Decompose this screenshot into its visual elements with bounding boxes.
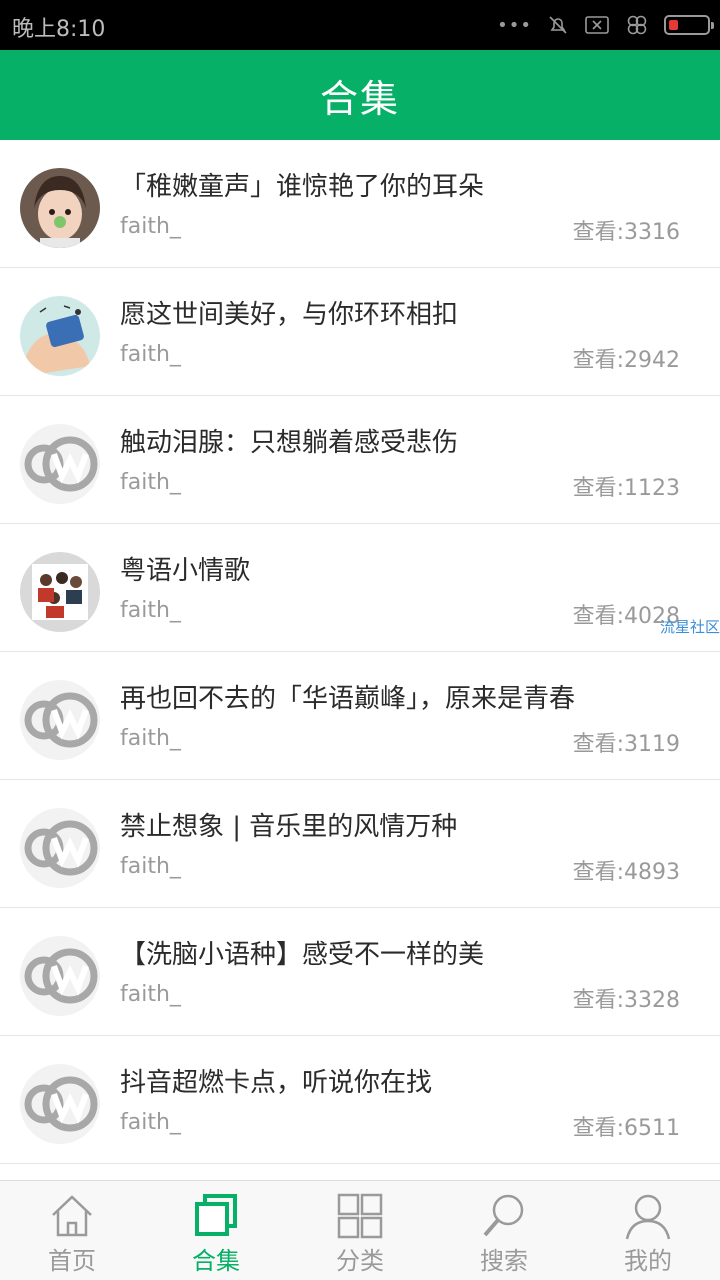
default-logo-icon — [20, 680, 100, 760]
list-item-views: 查看:4893 — [572, 860, 680, 885]
close-box-icon — [585, 16, 609, 34]
tab-collection[interactable]: 合集 — [144, 1181, 288, 1280]
list-item-views: 查看:2942 — [572, 348, 680, 373]
avatar-photo-girl — [20, 168, 100, 248]
collection-icon — [195, 1194, 237, 1236]
default-logo-icon — [20, 808, 100, 888]
status-time: 晚上8:10 — [12, 17, 106, 42]
tab-category[interactable]: 分类 — [288, 1181, 432, 1280]
list-item-author: faith_ — [120, 470, 181, 495]
default-logo-icon — [20, 936, 100, 1016]
list-item[interactable]: 触动泪腺：只想躺着感受悲伤 faith_ 查看:1123 — [0, 396, 720, 524]
list-item[interactable]: 抖音超燃卡点，听说你在找 faith_ 查看:6511 — [0, 1036, 720, 1164]
tab-category-label: 分类 — [336, 1247, 384, 1275]
list-item[interactable]: 再也回不去的「华语巅峰」，原来是青春 faith_ 查看:3119 — [0, 652, 720, 780]
status-icons: ••• — [497, 10, 714, 40]
list-item-title: 「稚嫩童声」谁惊艳了你的耳朵 — [120, 172, 485, 202]
list-item-author: faith_ — [120, 342, 181, 367]
list-item-title: 触动泪腺：只想躺着感受悲伤 — [120, 428, 459, 458]
list-item-author: faith_ — [120, 214, 181, 239]
list-item-title: 粤语小情歌 — [120, 556, 251, 586]
tab-home[interactable]: 首页 — [0, 1181, 144, 1280]
list-item[interactable]: 粤语小情歌 faith_ 查看:4028 — [0, 524, 720, 652]
default-logo-icon — [20, 424, 100, 504]
list-item-title: 再也回不去的「华语巅峰」，原来是青春 — [120, 684, 576, 714]
search-icon — [483, 1194, 524, 1237]
bottom-tab-bar: 首页 合集 分类 搜索 我的 — [0, 1180, 720, 1280]
status-bar: 晚上8:10 ••• — [0, 0, 720, 50]
list-item-title: 【洗脑小语种】感受不一样的美 — [120, 940, 485, 970]
collection-list[interactable]: 「稚嫩童声」谁惊艳了你的耳朵 faith_ 查看:3316 愿这世间美好，与你环… — [0, 140, 720, 1180]
list-item-views: 查看:6511 — [572, 1116, 680, 1141]
home-icon — [52, 1195, 92, 1237]
list-item[interactable]: 【洗脑小语种】感受不一样的美 faith_ 查看:3328 — [0, 908, 720, 1036]
default-logo-icon — [20, 1064, 100, 1144]
person-icon — [625, 1194, 671, 1240]
list-item-views: 查看:3119 — [572, 732, 680, 757]
avatar-illustration — [20, 296, 100, 376]
list-item-author: faith_ — [120, 1110, 181, 1135]
list-item-title: 愿这世间美好，与你环环相扣 — [120, 300, 459, 330]
list-item-author: faith_ — [120, 982, 181, 1007]
grid-icon — [337, 1193, 383, 1239]
tab-search[interactable]: 搜索 — [432, 1181, 576, 1280]
app-header: 合集 — [0, 50, 720, 140]
avatar-photo-group — [20, 552, 100, 632]
list-item-views: 查看:3328 — [572, 988, 680, 1013]
list-item[interactable]: 「稚嫩童声」谁惊艳了你的耳朵 faith_ 查看:3316 — [0, 140, 720, 268]
tab-profile[interactable]: 我的 — [576, 1181, 720, 1280]
page-title: 合集 — [319, 76, 400, 121]
tab-profile-label: 我的 — [624, 1247, 672, 1275]
list-item-views: 查看:3316 — [572, 220, 680, 245]
tab-collection-label: 合集 — [192, 1247, 240, 1275]
mute-bell-icon — [549, 16, 567, 34]
list-item-views: 查看:1123 — [572, 476, 680, 501]
list-item[interactable]: 禁止想象 | 音乐里的风情万种 faith_ 查看:4893 — [0, 780, 720, 908]
list-item-title: 抖音超燃卡点，听说你在找 — [120, 1068, 433, 1098]
watermark-text: 流星社区 — [659, 618, 720, 636]
list-item-author: faith_ — [120, 726, 181, 751]
more-dots-icon: ••• — [497, 14, 532, 36]
list-item-author: faith_ — [120, 854, 181, 879]
tab-search-label: 搜索 — [480, 1247, 528, 1275]
battery-icon — [664, 15, 714, 35]
tab-home-label: 首页 — [48, 1247, 96, 1275]
list-item-title: 禁止想象 | 音乐里的风情万种 — [120, 812, 458, 842]
clover-icon — [627, 15, 647, 35]
list-item[interactable]: 愿这世间美好，与你环环相扣 faith_ 查看:2942 — [0, 268, 720, 396]
list-item-author: faith_ — [120, 598, 181, 623]
